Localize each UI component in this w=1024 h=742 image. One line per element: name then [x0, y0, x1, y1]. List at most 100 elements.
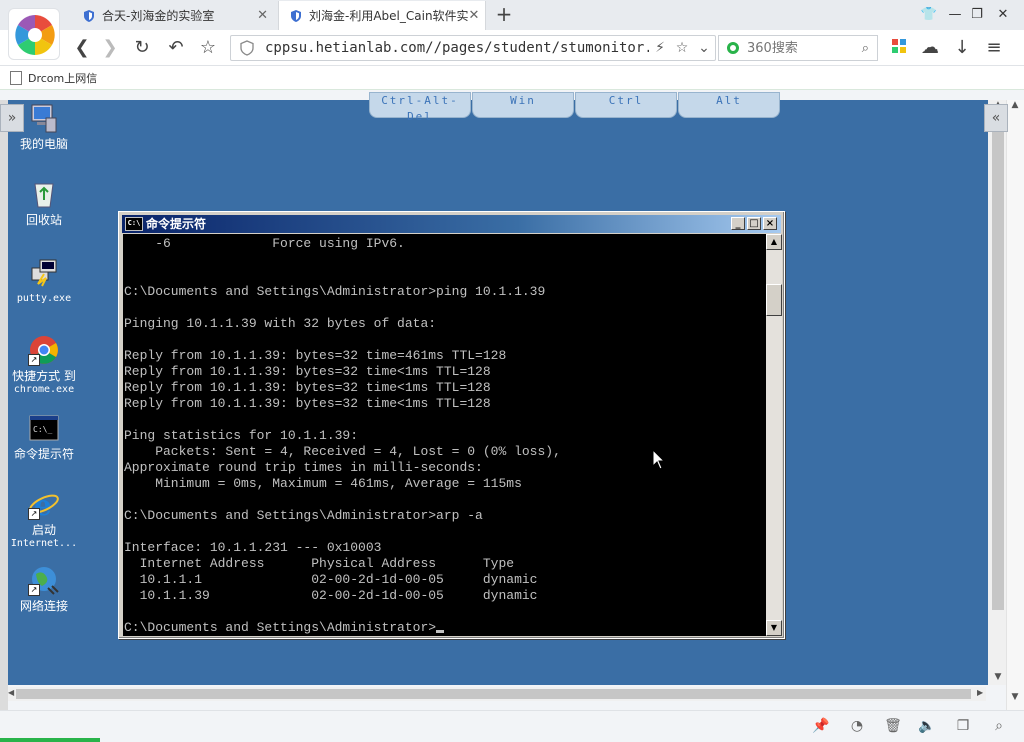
- star-icon[interactable]: ☆: [196, 36, 220, 60]
- text-cursor: [436, 630, 445, 633]
- window-close-button[interactable]: ×: [763, 217, 777, 230]
- icon-label: 回收站: [25, 214, 62, 227]
- scroll-right-arrow-icon[interactable]: ▶: [977, 688, 985, 700]
- console-scroll-down-icon[interactable]: ▼: [766, 620, 782, 636]
- window-title-bar[interactable]: C:\ 命令提示符: [122, 215, 781, 233]
- pin-icon[interactable]: 📌: [812, 717, 830, 735]
- back-icon[interactable]: ❮: [70, 36, 94, 60]
- menu-icon[interactable]: ≡: [982, 36, 1006, 60]
- desktop-icon-command-prompt[interactable]: C:\_ 命令提示符: [6, 412, 82, 461]
- bookmark-drcom[interactable]: Drcom上网信: [28, 70, 97, 86]
- shirt-skin-icon[interactable]: 👕: [918, 4, 940, 26]
- forward-icon[interactable]: ❯: [98, 36, 122, 60]
- right-gutter: [1006, 100, 1024, 710]
- new-tab-button[interactable]: +: [492, 3, 516, 27]
- icon-label: 命令提示符: [13, 448, 74, 461]
- icon-label: 我的电脑: [19, 138, 68, 151]
- search-engine-icon: [727, 42, 739, 54]
- scroll-down-arrow-icon[interactable]: ▼: [990, 672, 1006, 686]
- console-line: Ping statistics for 10.1.1.39:: [124, 428, 359, 443]
- icon-label: putty.exe: [16, 293, 72, 304]
- window-maximize-button[interactable]: □: [747, 217, 761, 230]
- search-icon[interactable]: ⌕: [862, 41, 869, 56]
- desktop-icon-my-computer[interactable]: 我的电脑: [6, 102, 82, 151]
- icon-label: 网络连接: [19, 600, 68, 613]
- chevron-down-icon[interactable]: ⌄: [693, 40, 715, 56]
- close-icon[interactable]: ✕: [469, 8, 480, 23]
- desktop-icon-chrome-shortcut[interactable]: ↗ 快捷方式 到 chrome.exe: [6, 334, 82, 396]
- cloud-icon[interactable]: ☁: [918, 36, 942, 60]
- console-line: -6 Force using IPv6.: [124, 236, 405, 251]
- command-prompt-window[interactable]: C:\ 命令提示符 _ □ × -6 Force using IPv6. C:\…: [118, 211, 785, 639]
- shield-icon: [84, 9, 94, 22]
- tab-experiment[interactable]: 刘海金-利用Abel_Cain软件实 ✕: [278, 1, 486, 30]
- favorite-star-icon[interactable]: ☆: [671, 40, 693, 56]
- download-icon[interactable]: ↓: [950, 36, 974, 60]
- page-scroll-up-icon[interactable]: ▲: [1008, 100, 1022, 114]
- undo-icon[interactable]: ↶: [164, 36, 188, 60]
- close-window-icon[interactable]: ✕: [992, 4, 1014, 26]
- apps-grid-icon[interactable]: [890, 37, 908, 55]
- shield-icon: [291, 9, 301, 22]
- ctrl-alt-del-button[interactable]: Ctrl-Alt-Del: [369, 92, 471, 123]
- window-icon[interactable]: ❐: [954, 717, 972, 735]
- horizontal-scroll-thumb[interactable]: [16, 689, 971, 699]
- console-line: Minimum = 0ms, Maximum = 461ms, Average …: [124, 476, 522, 491]
- status-bar: [0, 710, 1024, 742]
- cmd-window-icon: C:\: [125, 217, 143, 231]
- page-icon: [10, 70, 22, 85]
- window-minimize-button[interactable]: _: [731, 217, 745, 230]
- console-line: 10.1.1.1 02-00-2d-1d-00-05 dynamic: [124, 572, 538, 587]
- minimize-icon[interactable]: —: [944, 4, 966, 26]
- speed-icon[interactable]: ◔: [848, 717, 866, 735]
- computer-icon: [28, 102, 60, 134]
- console-line: Reply from 10.1.1.39: bytes=32 time=461m…: [124, 348, 507, 363]
- desktop-icon-recycle-bin[interactable]: 回收站: [6, 178, 82, 227]
- icon-label: 快捷方式 到: [12, 370, 76, 383]
- putty-icon: [28, 256, 60, 288]
- vertical-scroll-thumb[interactable]: [992, 120, 1004, 610]
- console-line: Reply from 10.1.1.39: bytes=32 time<1ms …: [124, 380, 491, 395]
- desktop-icon-putty[interactable]: putty.exe: [6, 256, 82, 305]
- tab-lab[interactable]: 合天-刘海金的实验室 ✕: [72, 1, 276, 30]
- address-text[interactable]: cppsu.hetianlab.com//pages/student/stumo…: [265, 40, 649, 56]
- scroll-left-arrow-icon[interactable]: ◀: [8, 688, 16, 700]
- loading-indicator: [0, 738, 100, 742]
- search-input[interactable]: [745, 39, 859, 57]
- console-scroll-thumb[interactable]: [766, 284, 782, 316]
- browser-logo[interactable]: [8, 8, 60, 60]
- volume-icon[interactable]: 🔈: [918, 717, 936, 735]
- reload-icon[interactable]: ↻: [130, 36, 154, 60]
- network-globe-icon: ↗: [28, 564, 60, 596]
- console-output[interactable]: -6 Force using IPv6. C:\Documents and Se…: [123, 234, 766, 636]
- win-key-button[interactable]: Win: [472, 92, 574, 118]
- shortcut-arrow-icon: ↗: [28, 584, 40, 596]
- lightning-icon[interactable]: ⚡: [649, 40, 671, 56]
- alt-key-button[interactable]: Alt: [678, 92, 780, 118]
- address-bar[interactable]: cppsu.hetianlab.com//pages/student/stumo…: [230, 35, 716, 61]
- expand-right-panel-button[interactable]: «: [984, 104, 1008, 132]
- close-icon[interactable]: ✕: [257, 8, 268, 23]
- console-line: Approximate round trip times in milli-se…: [124, 460, 483, 475]
- icon-label: 启动: [31, 524, 56, 537]
- search-box[interactable]: ⌕: [718, 35, 878, 61]
- desktop-icon-internet-explorer[interactable]: e ↗ 启动 Internet...: [6, 488, 82, 550]
- console-line: Reply from 10.1.1.39: bytes=32 time<1ms …: [124, 396, 491, 411]
- trash-icon[interactable]: 🗑: [884, 717, 902, 735]
- zoom-icon[interactable]: ⌕: [990, 717, 1008, 735]
- restore-icon[interactable]: ❐: [966, 4, 988, 26]
- chrome-icon: ↗: [28, 334, 60, 366]
- tab-title: 合天-刘海金的实验室: [102, 9, 215, 23]
- svg-text:C:\_: C:\_: [33, 425, 52, 434]
- desktop-icon-network-connections[interactable]: ↗ 网络连接: [6, 564, 82, 613]
- ctrl-key-button[interactable]: Ctrl: [575, 92, 677, 118]
- tab-title: 刘海金-利用Abel_Cain软件实: [309, 9, 469, 23]
- console-line: Packets: Sent = 4, Received = 4, Lost = …: [124, 444, 561, 459]
- console-scroll-up-icon[interactable]: ▲: [766, 234, 782, 250]
- page-scroll-down-icon[interactable]: ▼: [1008, 692, 1022, 706]
- shortcut-arrow-icon: ↗: [28, 354, 40, 366]
